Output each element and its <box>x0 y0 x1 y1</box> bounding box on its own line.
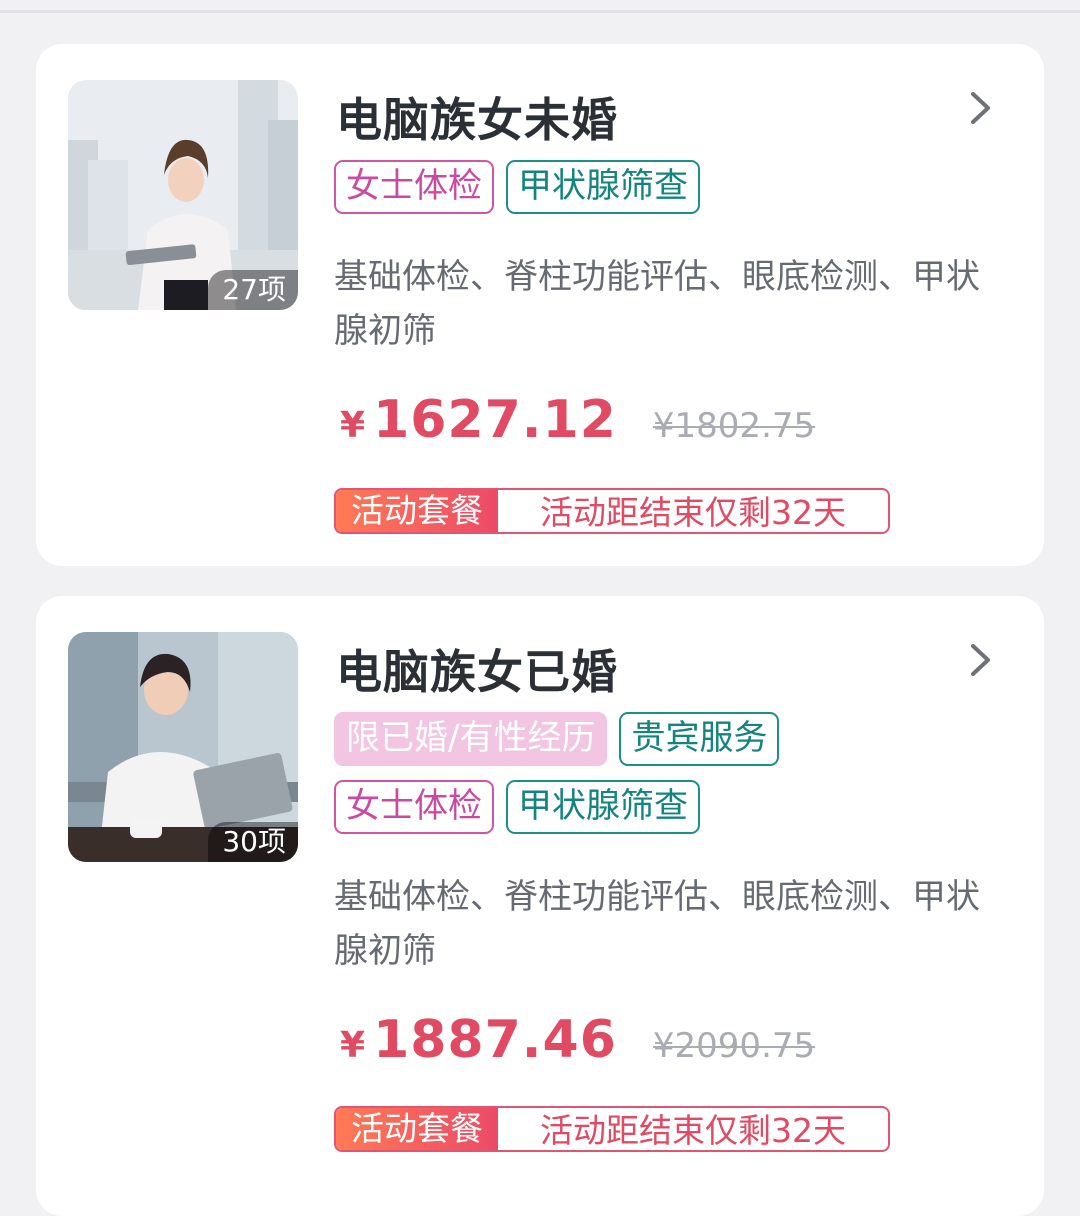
package-card[interactable]: 27项 电脑族女未婚 女士体检 甲状腺筛查 基础体检、脊柱功能评估、眼底检测、甲… <box>36 44 1044 566</box>
tag-vip-service: 贵宾服务 <box>619 712 780 766</box>
tag-thyroid-screening: 甲状腺筛查 <box>506 160 700 214</box>
tag-thyroid-screening: 甲状腺筛查 <box>506 780 700 834</box>
package-title: 电脑族女已婚 <box>336 645 618 699</box>
package-image: 30项 <box>68 632 298 862</box>
chevron-right-icon[interactable] <box>968 642 994 678</box>
tag-womens-checkup: 女士体检 <box>334 780 494 834</box>
currency-symbol: ¥ <box>340 1025 366 1066</box>
promo-label: 活动套餐 <box>336 1108 498 1150</box>
currency-symbol: ¥ <box>340 405 366 446</box>
current-price: 1887.46 <box>373 1010 617 1070</box>
promo-label: 活动套餐 <box>336 490 498 532</box>
promo-banner: 活动套餐 活动距结束仅剩32天 <box>334 488 890 534</box>
item-count-badge: 30项 <box>208 822 298 862</box>
original-price: ¥1802.75 <box>652 406 816 446</box>
price-row: ¥ 1627.12 ¥1802.75 <box>340 390 815 450</box>
package-description: 基础体检、脊柱功能评估、眼底检测、甲状腺初筛 <box>334 877 980 971</box>
chevron-right-icon[interactable] <box>968 90 994 126</box>
price-row: ¥ 1887.46 ¥2090.75 <box>340 1010 815 1070</box>
original-price: ¥2090.75 <box>652 1026 816 1066</box>
current-price: 1627.12 <box>373 390 617 450</box>
promo-countdown: 活动距结束仅剩32天 <box>540 493 846 532</box>
package-image: 27项 <box>68 80 298 310</box>
tag-married-only: 限已婚/有性经历 <box>334 712 608 766</box>
package-description: 基础体检、脊柱功能评估、眼底检测、甲状腺初筛 <box>334 257 980 351</box>
tag-row: 限已婚/有性经历 贵宾服务 <box>334 712 780 766</box>
tag-row: 女士体检 甲状腺筛查 <box>334 160 700 214</box>
package-title: 电脑族女未婚 <box>336 93 618 147</box>
tag-womens-checkup: 女士体检 <box>334 160 494 214</box>
top-divider <box>0 10 1080 13</box>
promo-banner: 活动套餐 活动距结束仅剩32天 <box>334 1106 890 1152</box>
promo-countdown: 活动距结束仅剩32天 <box>540 1111 846 1150</box>
tag-row: 女士体检 甲状腺筛查 <box>334 780 700 834</box>
package-card[interactable]: 30项 电脑族女已婚 限已婚/有性经历 贵宾服务 女士体检 甲状腺筛查 基础体检… <box>36 596 1044 1216</box>
item-count-badge: 27项 <box>208 270 298 310</box>
